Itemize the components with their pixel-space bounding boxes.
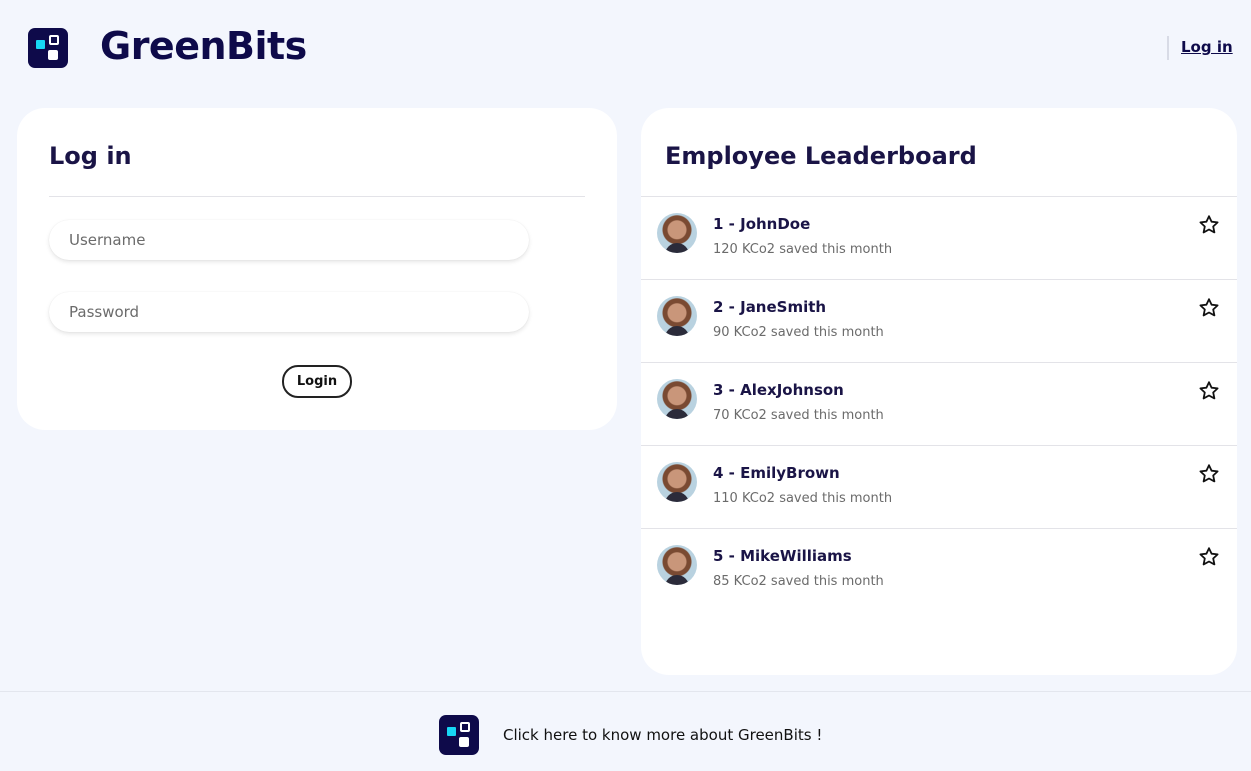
leaderboard-row: 2 - JaneSmith 90 KCo2 saved this month xyxy=(641,280,1237,363)
site-header: GreenBits Log in xyxy=(0,0,1251,96)
avatar xyxy=(657,379,697,419)
login-button[interactable]: Login xyxy=(282,365,352,398)
employee-savings: 90 KCo2 saved this month xyxy=(713,325,884,340)
star-outline-icon[interactable] xyxy=(1197,462,1221,486)
about-greenbits-link[interactable]: Click here to know more about GreenBits … xyxy=(503,726,822,744)
employee-name: 5 - MikeWilliams xyxy=(713,547,852,565)
login-title: Log in xyxy=(49,142,132,170)
star-outline-icon[interactable] xyxy=(1197,379,1221,403)
star-outline-icon[interactable] xyxy=(1197,296,1221,320)
star-outline-icon[interactable] xyxy=(1197,545,1221,569)
avatar xyxy=(657,296,697,336)
employee-savings: 110 KCo2 saved this month xyxy=(713,491,893,506)
leaderboard-row: 5 - MikeWilliams 85 KCo2 saved this mont… xyxy=(641,529,1237,612)
password-input[interactable] xyxy=(49,292,529,332)
employee-savings: 85 KCo2 saved this month xyxy=(713,574,884,589)
login-divider xyxy=(49,196,585,197)
leaderboard-card: Employee Leaderboard 1 - JohnDoe 120 KCo… xyxy=(641,108,1237,675)
leaderboard-list: 1 - JohnDoe 120 KCo2 saved this month 2 … xyxy=(641,197,1237,612)
avatar xyxy=(657,545,697,585)
avatar xyxy=(657,213,697,253)
employee-name: 3 - AlexJohnson xyxy=(713,381,844,399)
login-card: Log in Login xyxy=(17,108,617,430)
employee-name: 1 - JohnDoe xyxy=(713,215,811,233)
greenbits-logo-icon xyxy=(28,28,68,68)
employee-savings: 70 KCo2 saved this month xyxy=(713,408,884,423)
leaderboard-row: 3 - AlexJohnson 70 KCo2 saved this month xyxy=(641,363,1237,446)
header-divider xyxy=(1167,36,1169,60)
leaderboard-title: Employee Leaderboard xyxy=(665,142,977,170)
leaderboard-row: 4 - EmilyBrown 110 KCo2 saved this month xyxy=(641,446,1237,529)
site-footer: Click here to know more about GreenBits … xyxy=(0,691,1251,771)
star-outline-icon[interactable] xyxy=(1197,213,1221,237)
employee-name: 2 - JaneSmith xyxy=(713,298,827,316)
username-input[interactable] xyxy=(49,220,529,260)
greenbits-logo-icon[interactable] xyxy=(439,715,479,755)
avatar xyxy=(657,462,697,502)
leaderboard-row: 1 - JohnDoe 120 KCo2 saved this month xyxy=(641,197,1237,280)
brand-name: GreenBits xyxy=(100,24,307,68)
employee-name: 4 - EmilyBrown xyxy=(713,464,840,482)
employee-savings: 120 KCo2 saved this month xyxy=(713,242,893,257)
header-login-link[interactable]: Log in xyxy=(1181,38,1233,56)
